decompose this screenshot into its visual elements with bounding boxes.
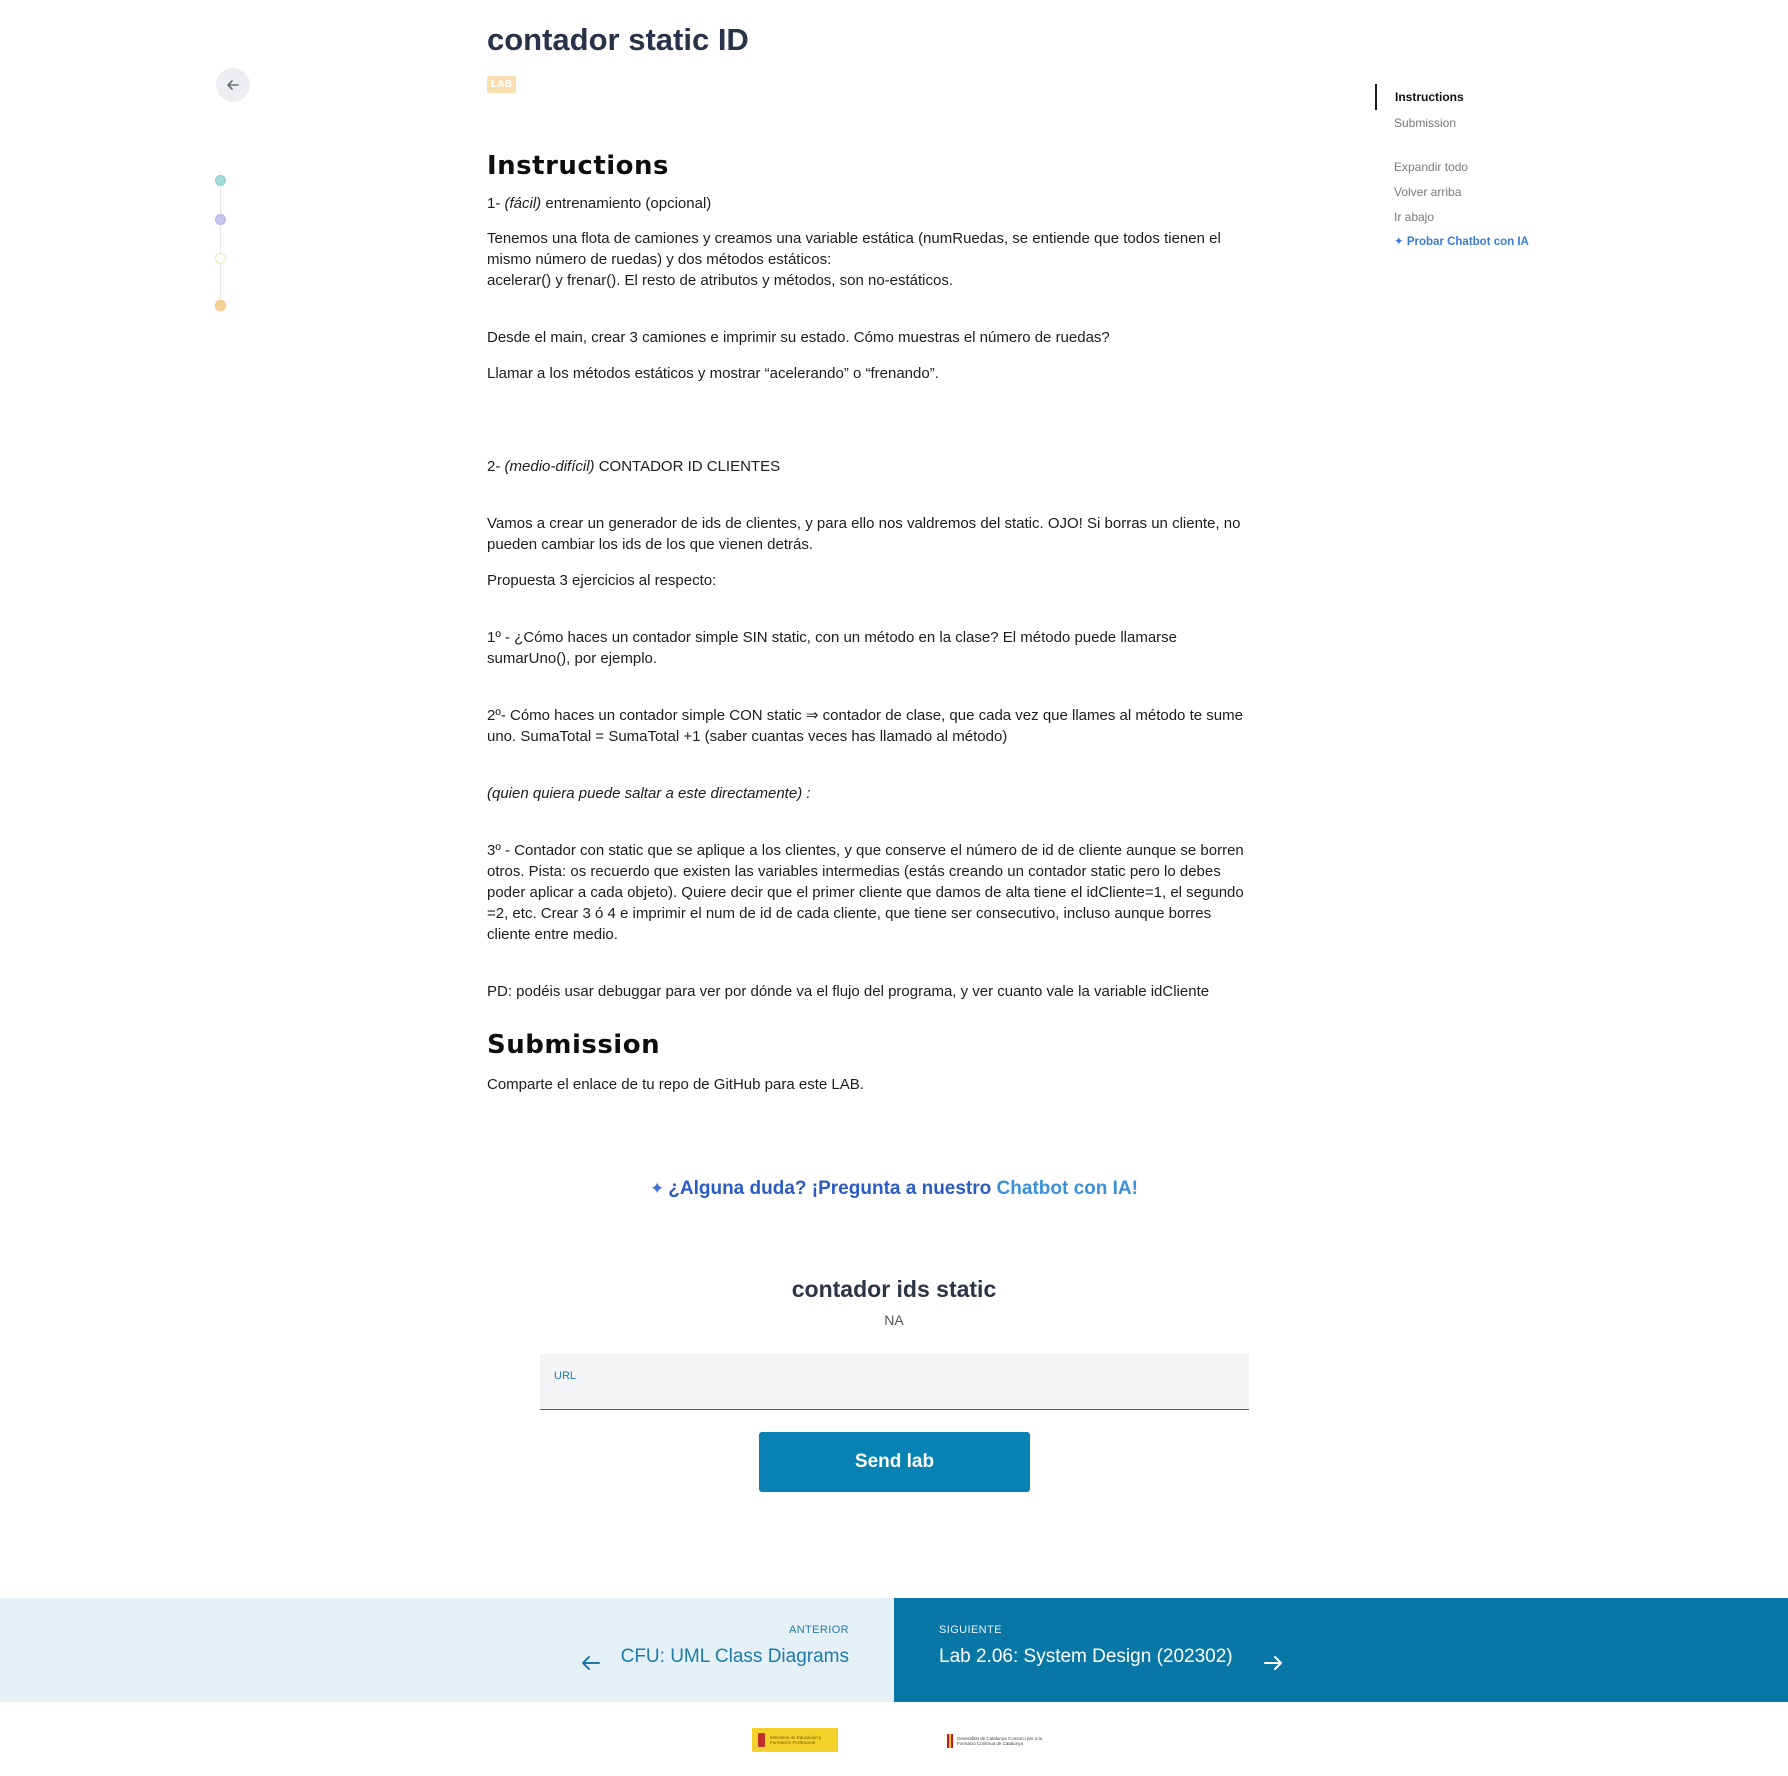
- submission-heading: Submission: [487, 1030, 661, 1060]
- paragraph-9: 2º- Cómo haces un contador simple CON st…: [487, 707, 1243, 745]
- chatbot-cta[interactable]: ✦ ¿Alguna duda? ¡Pregunta a nuestro Chatb…: [0, 1178, 1788, 1200]
- paragraph-10: (quien quiera puede saltar a este direct…: [487, 785, 811, 802]
- expand-all-link[interactable]: Expandir todo: [1375, 160, 1595, 174]
- page-title: contador static ID: [487, 22, 749, 57]
- spain-shield-icon: [758, 1733, 765, 1747]
- next-label: SIGUIENTE: [939, 1624, 1002, 1636]
- chatbot-cta-highlight: Chatbot con IA!: [996, 1178, 1138, 1199]
- table-of-contents: Instructions Submission Expandir todo Vo…: [1375, 84, 1595, 248]
- progress-step-4[interactable]: [215, 300, 226, 311]
- next-title: Lab 2.06: System Design (202302): [939, 1646, 1233, 1667]
- try-chatbot-link[interactable]: ✦ Probar Chatbot con IA: [1375, 234, 1595, 248]
- generalitat-logo-text: Generalitat de Catalunya Consorci per a …: [956, 1736, 1042, 1746]
- paragraph-4: Llamar a los métodos estáticos y mostrar…: [487, 365, 939, 382]
- generalitat-logo: Generalitat de Catalunya Consorci per a …: [947, 1732, 1047, 1750]
- paragraph-2: Tenemos una flota de camiones y creamos …: [487, 230, 1221, 289]
- catalonia-flag-icon: [947, 1734, 953, 1748]
- progress-step-3[interactable]: [215, 253, 226, 264]
- paragraph-11: 3º - Contador con static que se aplique …: [487, 842, 1244, 943]
- submission-form-title: contador ids static: [791, 1276, 997, 1302]
- progress-line: [220, 182, 221, 306]
- paragraph-3: Desde el main, crear 3 camiones e imprim…: [487, 329, 1110, 346]
- url-label: URL: [554, 1370, 577, 1382]
- arrow-right-icon: [1264, 1656, 1282, 1670]
- back-to-top-link[interactable]: Volver arriba: [1375, 185, 1595, 199]
- go-to-bottom-link[interactable]: Ir abajo: [1375, 210, 1595, 224]
- submission-status: NA: [884, 1312, 904, 1328]
- ministry-logo-text: Ministerio de Educación y Formación Prof…: [769, 1735, 822, 1745]
- url-field[interactable]: URL: [540, 1354, 1249, 1410]
- paragraph-5: 2- (medio-difícil) CONTADOR ID CLIENTES: [487, 458, 781, 475]
- paragraph-8: 1º - ¿Cómo haces un contador simple SIN …: [487, 629, 1177, 667]
- previous-label: ANTERIOR: [788, 1624, 849, 1636]
- paragraph-12: PD: podéis usar debuggar para ver por dó…: [487, 983, 1210, 1000]
- main-content: contador static ID LAB Instructions 1- (…: [487, 0, 1302, 1095]
- paragraph-6: Vamos a crear un generador de ids de cli…: [487, 515, 1241, 553]
- arrow-left-icon: [227, 80, 239, 90]
- paragraph-1: 1- (fácil) entrenamiento (opcional): [487, 195, 712, 212]
- progress-step-2[interactable]: [215, 214, 226, 225]
- chatbot-cta-text: ¿Alguna duda? ¡Pregunta a nuestro: [668, 1178, 997, 1199]
- paragraph-7: Propuesta 3 ejercicios al respecto:: [487, 572, 717, 589]
- previous-lesson-link[interactable]: ANTERIOR CFU: UML Class Diagrams: [0, 1598, 894, 1702]
- toc-item-instructions[interactable]: Instructions: [1375, 90, 1595, 104]
- submission-text: Comparte el enlace de tu repo de GitHub …: [487, 1076, 864, 1093]
- sparkle-icon: ✦: [650, 1179, 665, 1198]
- next-lesson-link[interactable]: SIGUIENTE Lab 2.06: System Design (20230…: [894, 1598, 1788, 1702]
- previous-title: CFU: UML Class Diagrams: [620, 1646, 849, 1667]
- toc-item-submission[interactable]: Submission: [1375, 116, 1595, 130]
- send-lab-button[interactable]: Send lab: [759, 1432, 1030, 1492]
- ministry-logo: Ministerio de Educación y Formación Prof…: [752, 1728, 838, 1752]
- progress-step-1[interactable]: [215, 175, 226, 186]
- url-input[interactable]: [554, 1382, 1234, 1404]
- lab-badge: LAB: [487, 76, 517, 93]
- back-button[interactable]: [216, 68, 250, 102]
- arrow-left-icon: [582, 1656, 600, 1670]
- instructions-heading: Instructions: [487, 151, 670, 181]
